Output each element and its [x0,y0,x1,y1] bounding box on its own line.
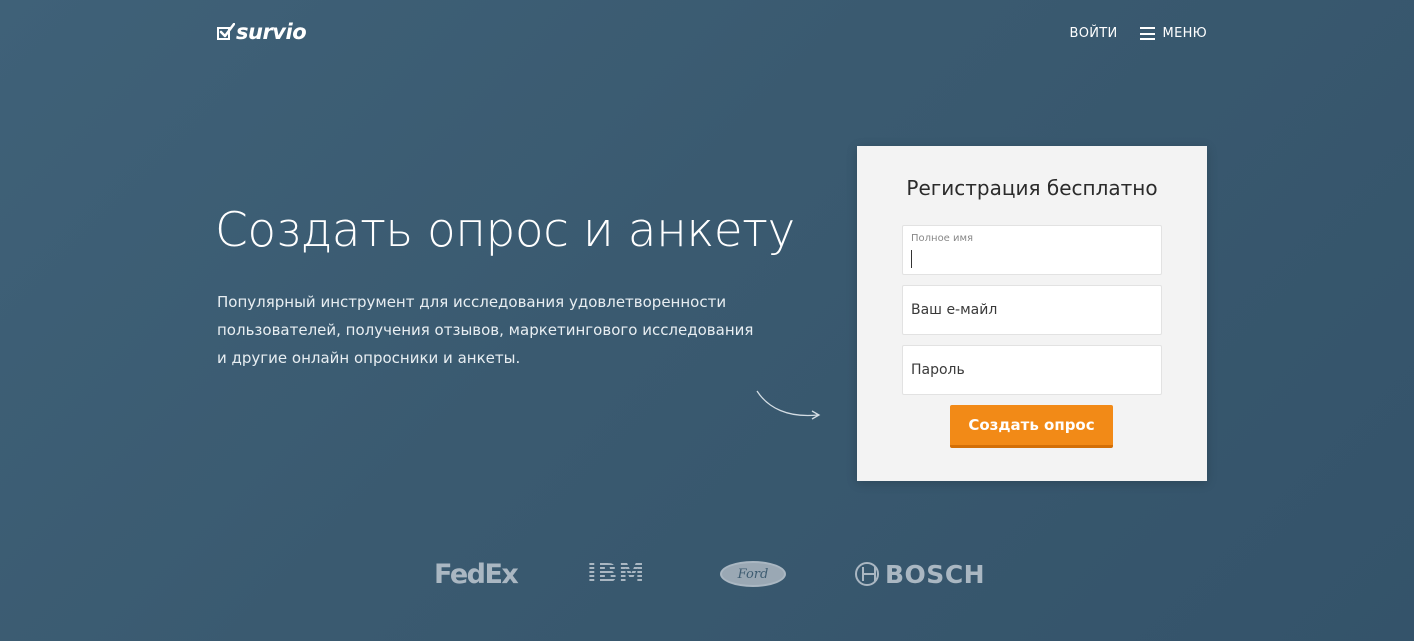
email-placeholder: Ваш е-майл [911,302,998,318]
ibm-logo: IBM [587,559,646,589]
menu-label: МЕНЮ [1162,26,1207,41]
menu-button[interactable]: МЕНЮ [1139,26,1207,41]
email-field[interactable]: Ваш е-майл [902,285,1162,335]
logo[interactable]: survio [217,20,307,44]
text-cursor [911,250,912,268]
ford-logo: Ford [720,558,786,590]
login-link[interactable]: ВОЙТИ [1070,26,1118,41]
logo-text: survio [236,20,307,44]
hamburger-icon [1139,27,1155,40]
full-name-field[interactable]: Полное имя [902,225,1162,275]
fedex-logo: FedEx [434,558,519,590]
hero-description: Популярный инструмент для исследования у… [217,293,754,367]
create-survey-button[interactable]: Создать опрос [950,405,1113,448]
password-placeholder: Пароль [911,362,965,378]
hero-title: Создать опрос и анкету [215,203,795,258]
password-field[interactable]: Пароль [902,345,1162,395]
signup-card: Регистрация бесплатно Полное имя Ваш е-м… [857,146,1207,481]
signup-title: Регистрация бесплатно [906,176,1158,200]
bosch-logo: BOSCH [855,558,985,590]
checkbox-check-icon [217,23,235,40]
client-logos: FedEx IBM Ford BOSCH [0,558,1414,590]
bosch-ring-icon [855,562,879,586]
arrow-icon [756,390,821,420]
full-name-label: Полное имя [911,233,974,244]
top-nav: ВОЙТИ МЕНЮ [1070,26,1208,41]
